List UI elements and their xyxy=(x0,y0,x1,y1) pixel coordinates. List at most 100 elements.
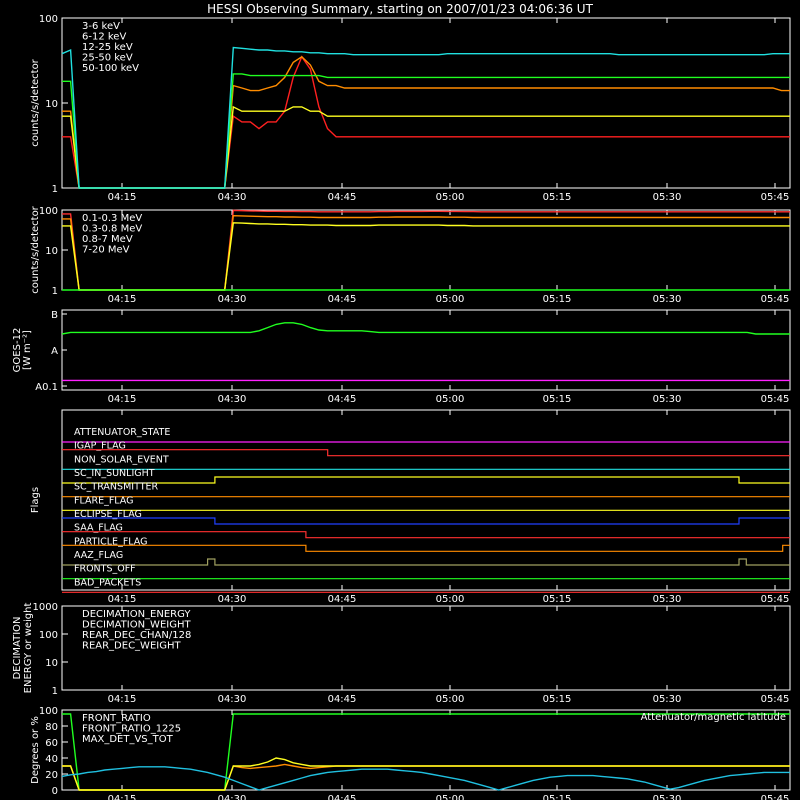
y-tick-label: B xyxy=(51,310,58,321)
series-line-5 xyxy=(61,46,790,189)
x-tick-label: 04:45 xyxy=(328,294,357,305)
y-tick-label: 1 xyxy=(52,286,58,297)
x-tick-label: 05:30 xyxy=(653,594,682,605)
hessi-summary-figure: HESSI Observing Summary, starting on 200… xyxy=(12,2,791,800)
legend-entry: DECIMATION_ENERGY xyxy=(82,609,191,620)
x-tick-label: 04:45 xyxy=(328,694,357,705)
annotation-label: Attenuator/magnetic latitude xyxy=(641,712,786,723)
series-line-1 xyxy=(62,55,790,189)
flag-label: ATTENUATOR_STATE xyxy=(74,427,170,438)
x-tick-label: 04:30 xyxy=(218,794,247,800)
x-tick-label: 05:00 xyxy=(436,794,465,800)
x-tick-label: 05:15 xyxy=(543,192,572,203)
flag-label: FRONTS_OFF xyxy=(74,564,136,575)
series-line-1 xyxy=(61,322,790,335)
x-tick-label: 04:45 xyxy=(328,394,357,405)
flag-line xyxy=(62,558,790,566)
y-axis-label-2: [W m⁻²] xyxy=(22,330,33,370)
chart-title: HESSI Observing Summary, starting on 200… xyxy=(207,2,593,16)
legend-entry: DECIMATION_WEIGHT xyxy=(82,620,191,631)
legend-entry: REAR_DEC_WEIGHT xyxy=(82,641,181,652)
panel-frame xyxy=(61,17,791,189)
x-tick-label: 05:45 xyxy=(761,694,790,705)
legend-entry: 50-100 keV xyxy=(82,63,139,74)
y-axis-label: counts/s/detector xyxy=(30,205,41,293)
x-tick-label: 05:45 xyxy=(761,192,790,203)
x-tick-label: 05:45 xyxy=(761,294,790,305)
x-tick-label: 05:30 xyxy=(653,694,682,705)
legend-entry: FRONT_RATIO xyxy=(82,713,151,724)
series-line-3 xyxy=(62,105,790,189)
x-tick-label: 05:00 xyxy=(436,694,465,705)
legend-entry: 0.3-0.8 MeV xyxy=(82,224,142,235)
x-tick-label: 05:15 xyxy=(543,694,572,705)
y-tick-label: 100 xyxy=(39,14,58,25)
x-tick-label: 04:30 xyxy=(218,694,247,705)
x-tick-label: 05:15 xyxy=(543,794,572,800)
x-tick-label: 04:15 xyxy=(108,794,137,800)
series-line-4 xyxy=(61,766,790,791)
y-tick-label: 100 xyxy=(39,206,58,217)
x-tick-label: 04:45 xyxy=(328,192,357,203)
series-line-3 xyxy=(62,757,790,791)
x-tick-label: 05:00 xyxy=(436,594,465,605)
series-line-1 xyxy=(62,209,790,291)
x-tick-label: 04:15 xyxy=(108,192,137,203)
flag-line xyxy=(62,531,790,539)
panel-5: 04:15 04:30 04:45 05:00 05:15 05:30 05:45 DECIM… xyxy=(12,602,791,705)
x-tick-label: 04:15 xyxy=(108,594,137,605)
y-tick-label: 10 xyxy=(45,99,58,110)
y-tick-label: 20 xyxy=(45,770,58,781)
y-tick-label: 80 xyxy=(45,722,58,733)
legend-entry: FRONT_RATIO_1225 xyxy=(82,724,181,735)
x-tick-label: 05:15 xyxy=(543,394,572,405)
x-tick-label: 04:30 xyxy=(218,394,247,405)
legend-entry: 3-6 keV xyxy=(82,21,120,32)
x-tick-label: 05:00 xyxy=(436,192,465,203)
x-tick-label: 05:30 xyxy=(653,294,682,305)
x-tick-label: 05:45 xyxy=(761,394,790,405)
y-tick-label: 10 xyxy=(45,658,58,669)
x-tick-label: 04:30 xyxy=(218,192,247,203)
y-tick-label: 0 xyxy=(52,786,58,797)
x-tick-label: 04:30 xyxy=(218,294,247,305)
x-tick-label: 04:45 xyxy=(328,594,357,605)
y-tick-label: 60 xyxy=(45,738,58,749)
x-tick-label: 04:15 xyxy=(108,694,137,705)
x-tick-label: 05:15 xyxy=(543,594,572,605)
y-tick-label: A xyxy=(51,346,58,357)
series-line-2 xyxy=(62,214,790,291)
legend-entry: 25-50 keV xyxy=(82,53,133,64)
panel-frame xyxy=(61,309,791,391)
y-axis-label: counts/s/detector xyxy=(30,58,41,146)
x-tick-label: 04:15 xyxy=(108,394,137,405)
legend-entry: 0.1-0.3 MeV xyxy=(82,213,142,224)
x-tick-label: 04:45 xyxy=(328,794,357,800)
legend-entry: 7-20 MeV xyxy=(82,245,130,256)
legend-entry: 0.8-7 MeV xyxy=(82,234,133,245)
panel-frame xyxy=(61,209,791,291)
x-tick-label: 05:45 xyxy=(761,794,790,800)
flag-line xyxy=(62,544,790,552)
x-tick-label: 05:30 xyxy=(653,192,682,203)
legend-entry: 6-12 keV xyxy=(82,32,126,43)
flag-line xyxy=(62,449,790,457)
series-line-2 xyxy=(62,55,790,189)
x-tick-label: 05:15 xyxy=(543,294,572,305)
series-line-2 xyxy=(62,763,790,791)
panel-3: 04:15 04:30 04:45 05:00 05:15 05:30 05:45GOES-… xyxy=(12,309,791,405)
flag-label: AAZ_FLAG xyxy=(74,550,123,561)
flag-label: FLARE_FLAG xyxy=(74,495,134,506)
y-tick-label: 1000 xyxy=(33,602,58,613)
panel-4: 04:15 04:30 04:45 05:00 05:15 05:30 05:45 Flags… xyxy=(30,409,791,605)
flag-line xyxy=(62,517,790,525)
y-tick-label: 1 xyxy=(52,184,58,195)
panel-1: 04:15 04:30 04:45 05:00 05:15 05:30 05:45 count… xyxy=(30,14,791,203)
flag-label: BAD_PACKETS xyxy=(74,577,141,588)
legend-entry: MAX_DET_VS_TOT xyxy=(82,734,174,745)
y-axis-label-2: ENERGY or weight xyxy=(23,603,34,694)
panel-6: 04:15 04:30 04:45 05:00 05:15 05:30 05:45 Degre… xyxy=(30,706,791,800)
flag-label: SC_IN_SUNLIGHT xyxy=(74,468,155,479)
x-tick-label: 04:30 xyxy=(218,594,247,605)
y-axis-label: Degrees or % xyxy=(30,716,41,784)
